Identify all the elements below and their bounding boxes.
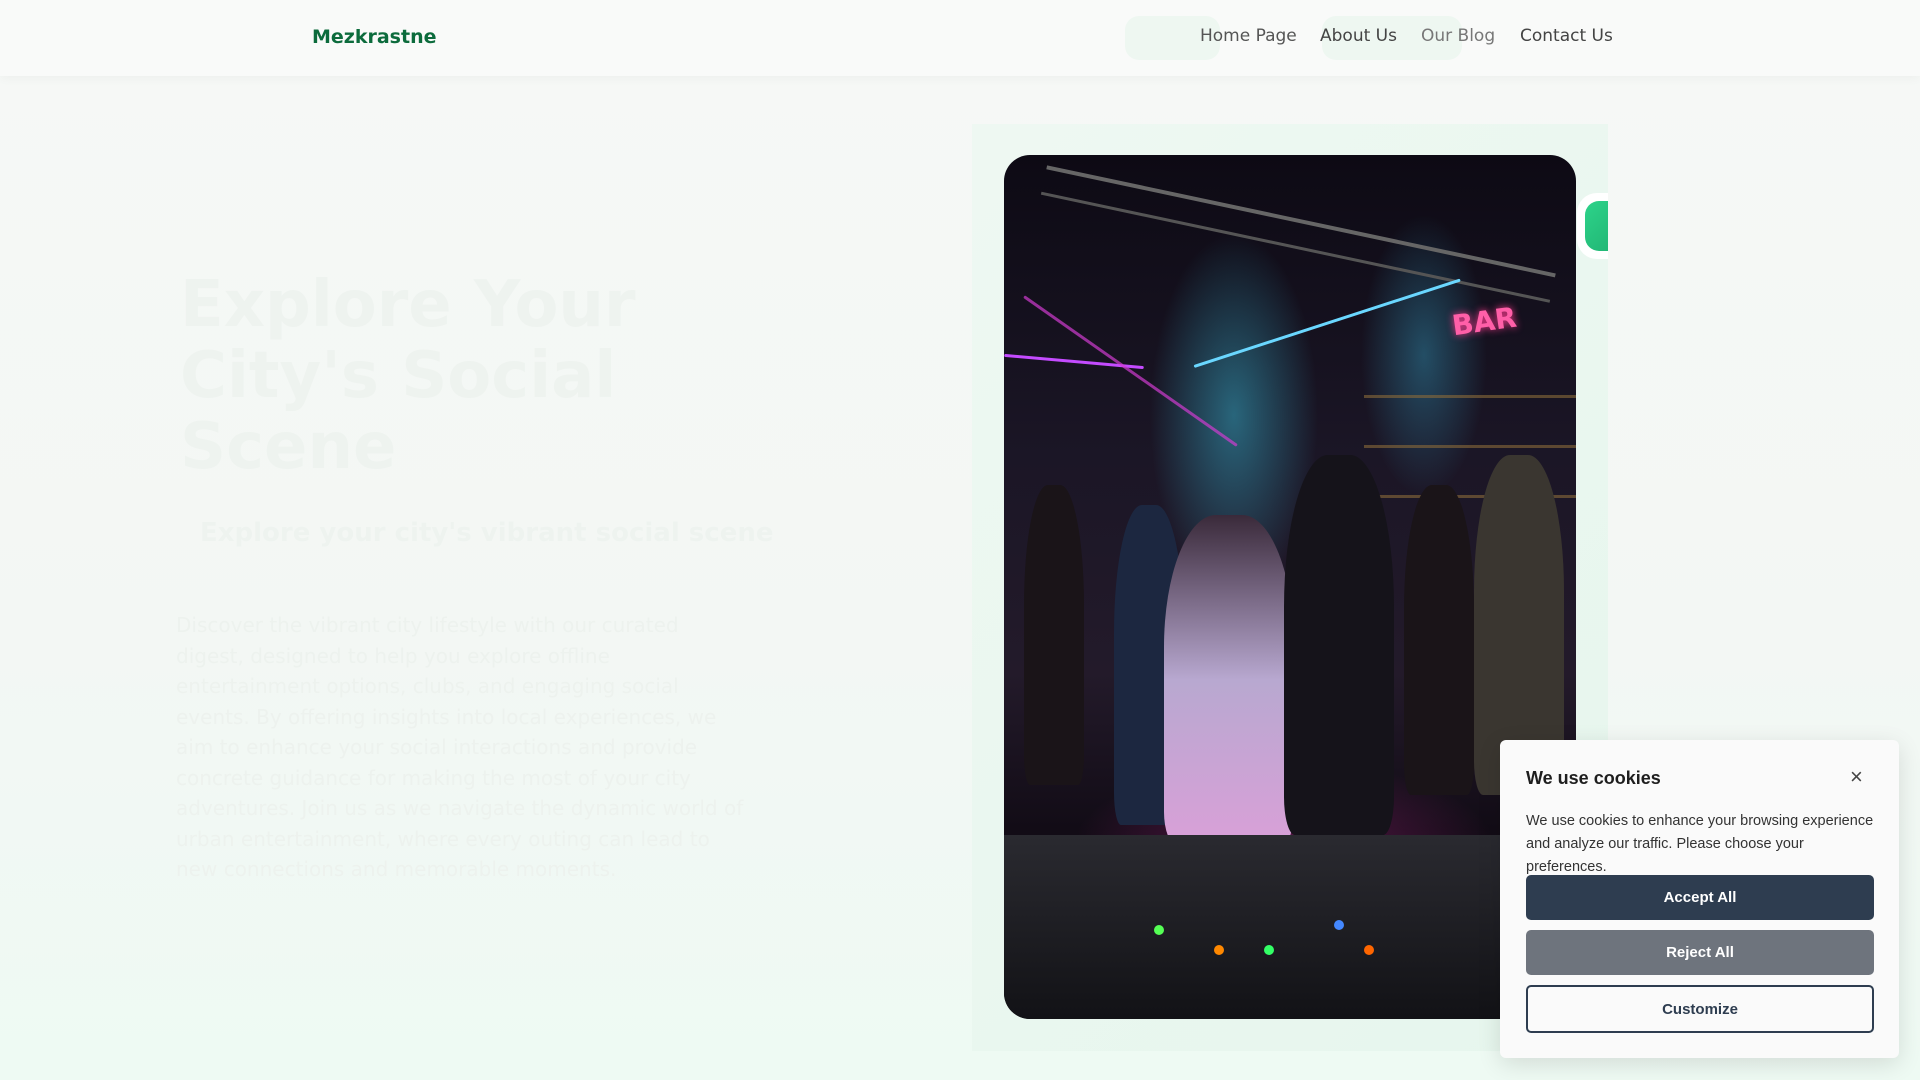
- site-logo[interactable]: Mezkrastne: [312, 26, 436, 48]
- cookie-text: We use cookies to enhance your browsing …: [1526, 813, 1874, 875]
- person: [1404, 485, 1474, 795]
- cookie-title: We use cookies: [1526, 768, 1661, 788]
- laser-beam: [1023, 295, 1238, 447]
- bar-shelf: [1364, 395, 1576, 398]
- close-icon[interactable]: ×: [1850, 766, 1863, 788]
- nav-blog[interactable]: Our Blog: [1421, 26, 1495, 46]
- nav-contact[interactable]: Contact Us: [1520, 26, 1613, 46]
- dj-mixer: [1004, 835, 1576, 1019]
- floating-badge: [1577, 193, 1608, 259]
- person: [1024, 485, 1084, 785]
- mixer-led: [1154, 925, 1164, 935]
- top-navbar: Mezkrastne Home Page About Us Our Blog C…: [0, 0, 1920, 76]
- hero-subtitle: Explore your city's vibrant social scene: [200, 518, 774, 548]
- mixer-led: [1334, 920, 1344, 930]
- nav-about[interactable]: About Us: [1320, 26, 1397, 46]
- reject-all-button[interactable]: Reject All: [1526, 930, 1874, 975]
- customize-button[interactable]: Customize: [1526, 985, 1874, 1033]
- cookie-consent-dialog: We use cookies × We use cookies to enhan…: [1500, 740, 1899, 1058]
- light-truss: [1040, 165, 1556, 303]
- dancer: [1164, 515, 1294, 845]
- mixer-led: [1264, 945, 1274, 955]
- mixer-led: [1364, 945, 1374, 955]
- accept-all-button[interactable]: Accept All: [1526, 875, 1874, 920]
- nav-home[interactable]: Home Page: [1200, 26, 1297, 46]
- nightclub-photo: BAR: [1004, 155, 1576, 1019]
- bar-neon-sign: BAR: [1450, 300, 1519, 343]
- hero-title: Explore Your City's Social Scene: [180, 268, 636, 484]
- laser-beam: [1193, 278, 1461, 368]
- person: [1284, 455, 1394, 835]
- mixer-led: [1214, 945, 1224, 955]
- bar-shelf: [1364, 445, 1576, 448]
- hero-description: Discover the vibrant city lifestyle with…: [176, 613, 744, 881]
